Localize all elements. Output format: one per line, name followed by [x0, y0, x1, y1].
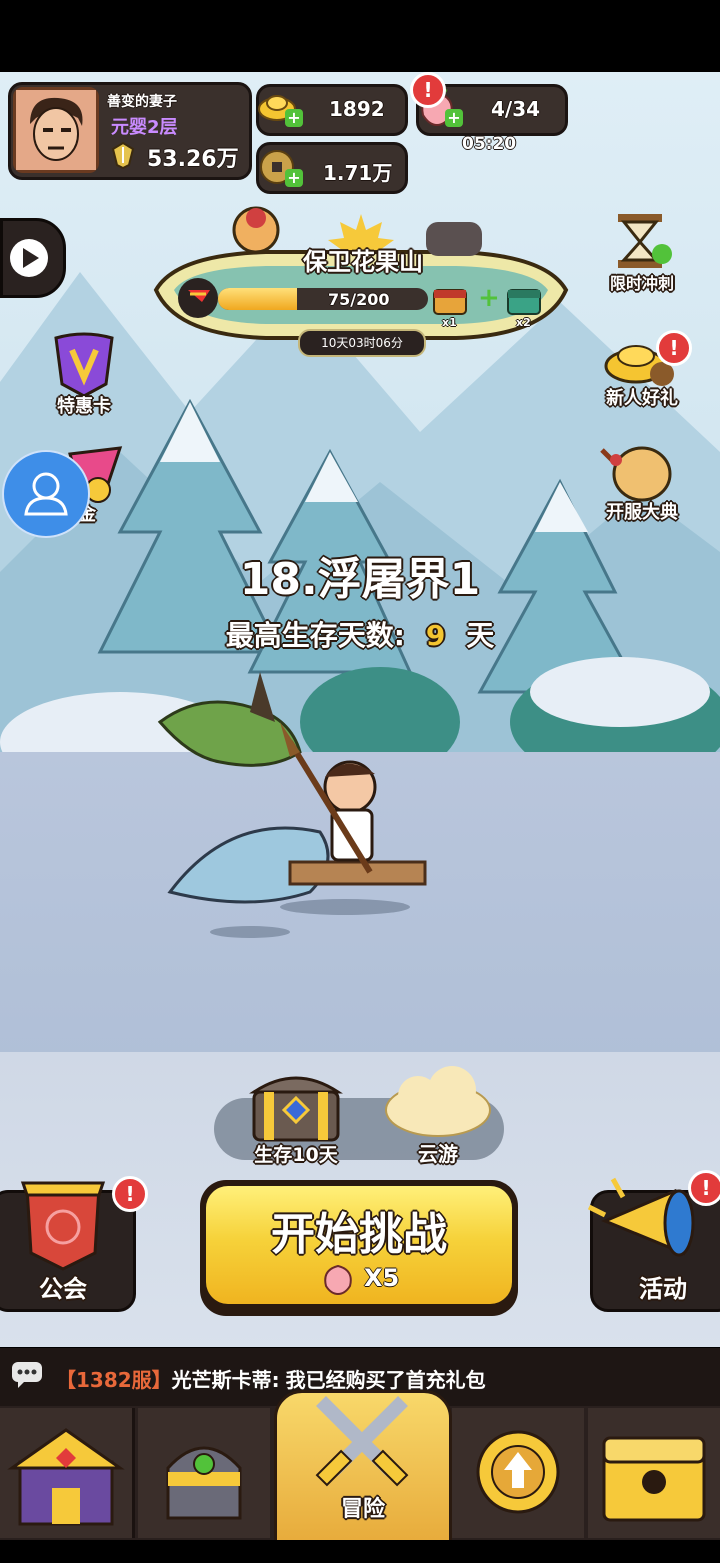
palace-icon: [7, 1428, 125, 1526]
player-realm: 元婴2层: [111, 117, 178, 138]
event-countdown: 10天03时06分: [298, 329, 426, 357]
add-gold-ingot-icon[interactable]: +: [285, 109, 303, 127]
drum-icon: [600, 446, 672, 502]
start-challenge-label: 开始挑战: [271, 1209, 447, 1260]
combat-power-value: 53.26万: [147, 147, 239, 172]
guild-label: 公会: [39, 1275, 87, 1303]
reward-chest-icon: [430, 280, 470, 320]
coin-counter[interactable]: + 1.71万: [256, 142, 408, 194]
event-progress-fill: [218, 288, 297, 310]
coin-value: 1.71万: [323, 161, 393, 185]
player-name: 善变的妻子: [107, 94, 177, 110]
nav-equipment[interactable]: [138, 1408, 270, 1538]
reward1-count: x1: [442, 316, 457, 329]
start-challenge-button[interactable]: 开始挑战 X5: [200, 1180, 518, 1316]
chat-bubble-icon: [10, 1360, 44, 1390]
hero-character-group: [157, 672, 427, 938]
newbie-gift-label: 新人好礼: [606, 388, 678, 409]
activity-label: 活动: [639, 1275, 687, 1303]
v-crest-icon: [54, 332, 114, 398]
nav-adventure-label: 冒险: [340, 1497, 385, 1522]
reward-jade-chest-icon: [504, 280, 544, 320]
stage-name: 18.浮屠界1: [239, 554, 481, 605]
reward2-count: x2: [516, 316, 531, 329]
guild-banner-icon: [20, 1181, 106, 1271]
sprint-button[interactable]: 限时冲刺: [596, 210, 688, 300]
sprint-label: 限时冲刺: [609, 274, 674, 293]
upgrade-arrow-icon: [476, 1430, 560, 1514]
guild-button[interactable]: 公会: [0, 1181, 136, 1312]
hourglass-icon: [618, 214, 672, 268]
add-stamina-icon[interactable]: +: [445, 109, 463, 127]
cloud-icon: [385, 1066, 491, 1137]
start-cost-value: X5: [364, 1264, 400, 1292]
combat-power-icon: [109, 141, 137, 170]
status-bar: [0, 0, 720, 72]
avatar-portrait-icon: [16, 90, 96, 170]
add-coin-icon[interactable]: +: [285, 169, 303, 187]
server-celebration-button[interactable]: 开服大典: [596, 444, 688, 528]
stamina-value: 4/34: [491, 97, 541, 121]
event-banner[interactable]: 保卫花果山 75/200 x1 + x2 10天03时06分: [146, 200, 576, 360]
nav-adventure[interactable]: 冒险: [274, 1390, 452, 1556]
chat-server: 【1382服】: [56, 1368, 172, 1392]
special-card-button[interactable]: 特惠卡: [36, 330, 132, 426]
gold-ingot-value: 1892: [329, 97, 385, 121]
chat-message-line: 【1382服】光芒斯卡蒂: 我已经购买了首充礼包: [56, 1364, 486, 1393]
activity-button[interactable]: 活动: [587, 1177, 720, 1312]
special-card-label: 特惠卡: [57, 396, 111, 417]
newbie-gift-alert-badge: !: [656, 330, 692, 366]
locked-chest-icon: [602, 1436, 706, 1522]
peach-cost-icon: [318, 1262, 358, 1298]
stamina-timer: 05:20: [462, 134, 517, 154]
chat-speaker: 光芒斯卡蒂:: [171, 1368, 280, 1392]
helmet-icon: [166, 1446, 242, 1520]
server-celebration-label: 开服大典: [606, 502, 678, 523]
activity-alert-badge: !: [688, 1170, 720, 1206]
guild-alert-badge: !: [112, 1176, 148, 1212]
cloud-travel-label: 云游: [418, 1142, 458, 1166]
survival-chest-label: 生存10天: [254, 1144, 338, 1166]
nav-home[interactable]: [0, 1408, 135, 1538]
plus-icon: +: [478, 283, 500, 313]
best-survival-unit: 天: [466, 619, 495, 652]
best-survival-line: 最高生存天数: 9 天: [0, 614, 720, 654]
play-arrow-icon: [10, 239, 48, 277]
best-survival-label: 最高生存天数:: [225, 619, 405, 652]
event-progress-bar: [218, 288, 428, 310]
cloud-travel-button[interactable]: 云游: [378, 1066, 498, 1166]
home-indicator-area: [0, 1540, 720, 1563]
best-survival-days: 9: [425, 619, 446, 652]
crossed-swords-icon: [315, 1396, 409, 1487]
event-title: 保卫花果山: [303, 248, 423, 276]
expand-left-menu-button[interactable]: [0, 218, 66, 298]
survival-chest-button[interactable]: 生存10天: [244, 1068, 348, 1168]
treasure-chest-icon: [249, 1076, 343, 1142]
assistive-touch-button[interactable]: [2, 450, 90, 538]
nav-upgrade[interactable]: [452, 1408, 584, 1538]
gold-ingot-counter[interactable]: + 1892: [256, 84, 408, 136]
event-progress-text: 75/200: [328, 290, 390, 309]
stamina-alert-badge: !: [410, 72, 446, 108]
event-flag-icon: [176, 276, 224, 320]
player-avatar[interactable]: [13, 87, 99, 173]
person-icon: [24, 472, 68, 516]
nav-treasure[interactable]: [588, 1408, 720, 1538]
player-panel[interactable]: 善变的妻子 元婴2层 53.26万: [8, 82, 252, 180]
